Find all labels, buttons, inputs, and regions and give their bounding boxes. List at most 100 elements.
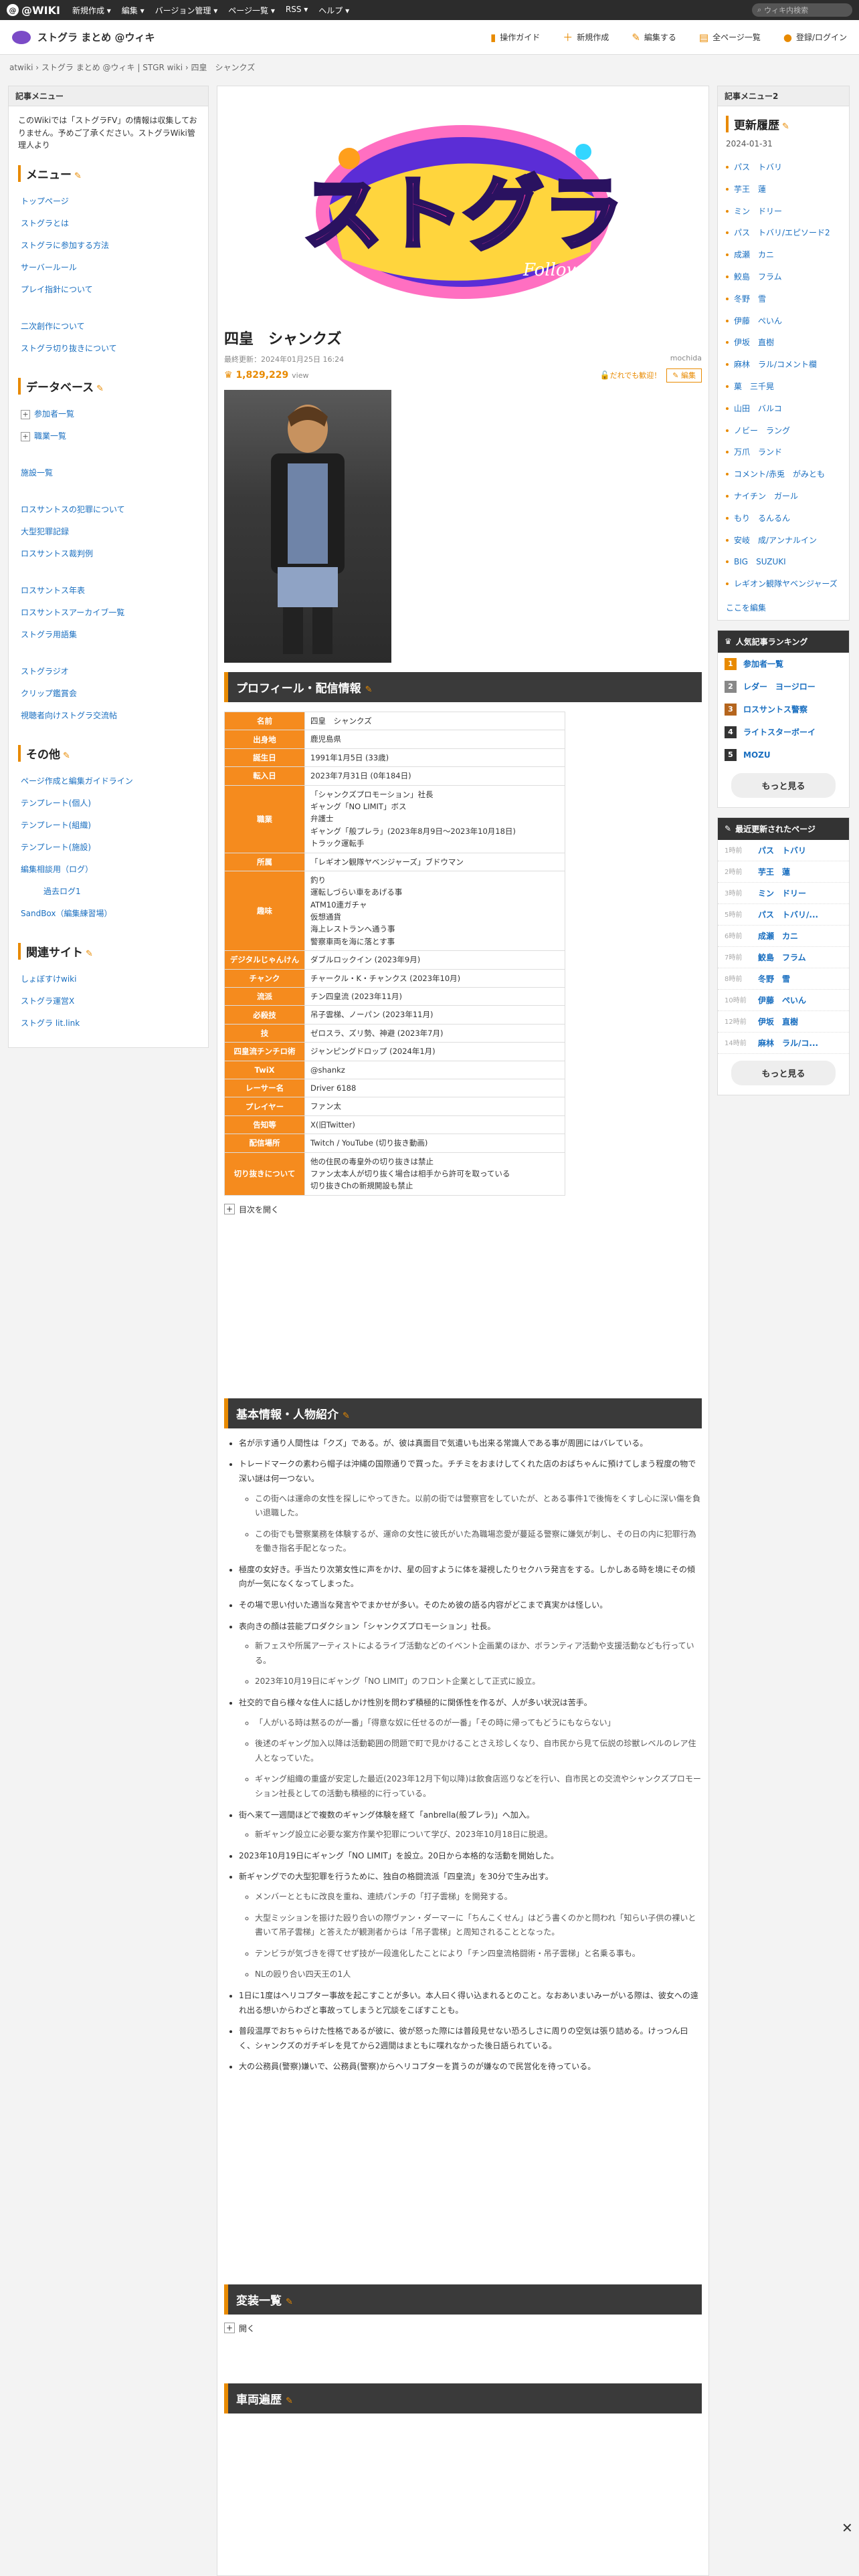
history-link[interactable]: 山田 バルコ xyxy=(734,404,782,413)
recent-link[interactable]: 成瀬 カニ xyxy=(758,930,798,942)
search-input[interactable]: ⌕ ウィキ内検索 xyxy=(752,3,852,17)
recent-link[interactable]: 鮫島 フラム xyxy=(758,952,806,963)
list-item: トレードマークの素わら帽子は沖縄の国際通りで買った。チチミをおまけしてくれた店の… xyxy=(239,1457,702,1556)
profile-row: 出身地 鹿児島県 xyxy=(224,730,565,749)
pencil-icon[interactable]: ✎ xyxy=(96,384,104,394)
left-sidebar-head: 記事メニュー xyxy=(9,86,208,106)
recent-item[interactable]: 8時前 冬野 雪 xyxy=(718,968,849,990)
edit-button[interactable]: ✎ 編集する xyxy=(632,30,676,44)
edit-here-link[interactable]: ここを編集 xyxy=(726,603,766,613)
recent-link[interactable]: ミン ドリー xyxy=(758,887,806,899)
recent-link[interactable]: 伊藤 ぺいん xyxy=(758,994,806,1006)
recent-link[interactable]: 麻林 ラル/コ... xyxy=(758,1037,818,1049)
breadcrumb[interactable]: atwiki › ストグラ まとめ @ウィキ | STGR wiki › 四皇 … xyxy=(9,62,255,73)
ranking-item[interactable]: 2 レダー ヨージロー xyxy=(718,675,849,698)
recent-item[interactable]: 2時前 芋王 蓮 xyxy=(718,861,849,883)
history-link[interactable]: ナイチン ガール xyxy=(734,492,798,501)
all-pages-button[interactable]: ▤ 全ページ一覧 xyxy=(699,30,761,44)
more-recent-button[interactable]: もっと見る xyxy=(731,1060,836,1085)
list-item: 2023年10月19日にギャング「NO LIMIT」のフロント企業として正式に設… xyxy=(255,1675,702,1689)
history-link[interactable]: 芋王 蓮 xyxy=(734,185,766,194)
ranking-link[interactable]: MOZU xyxy=(743,750,771,760)
ranking-link[interactable]: ライトスターボーイ xyxy=(743,726,816,738)
list-item: 社交的で自ら様々な住人に話しかけ性別を問わず積極的に関係性を作るが、人が多い状況… xyxy=(239,1696,702,1802)
history-item: コメント/赤兎 がみとも xyxy=(726,463,841,486)
atwiki-logo[interactable]: @ @WIKI xyxy=(7,4,60,17)
profile-value: ジャンピングドロップ (2024年1月) xyxy=(304,1042,565,1061)
recent-item[interactable]: 3時前 ミン ドリー xyxy=(718,883,849,904)
profile-row: デジタルじゃんけん ダブルロックイン (2023年9月) xyxy=(224,950,565,970)
ranking-item[interactable]: 5 MOZU xyxy=(718,744,849,766)
rank-number: 1 xyxy=(725,657,737,670)
pencil-icon[interactable]: ✎ xyxy=(74,171,82,181)
history-link[interactable]: パス トバリ/エピソード2 xyxy=(734,228,830,237)
history-link[interactable]: パス トバリ xyxy=(734,163,782,172)
nav-edit[interactable]: 編集 ▾ xyxy=(122,5,145,16)
profile-key: プレイヤー xyxy=(224,1097,305,1116)
history-link[interactable]: 菓 三千晃 xyxy=(734,382,774,391)
history-link[interactable]: 伊藤 ぺいん xyxy=(734,316,782,326)
history-link[interactable]: レギオン観隊ヤベンジャーズ xyxy=(734,579,838,588)
history-link[interactable]: 冬野 雪 xyxy=(734,294,766,304)
history-link[interactable]: 麻林 ラル/コメント欄 xyxy=(734,360,817,369)
history-link[interactable]: もり るんるん xyxy=(734,514,790,523)
history-link[interactable]: ミン ドリー xyxy=(734,207,782,216)
expand-icon[interactable]: + xyxy=(21,431,30,441)
recent-item[interactable]: 5時前 パス トバリ/... xyxy=(718,904,849,926)
search-icon: ⌕ xyxy=(757,5,762,14)
pencil-icon[interactable]: ✎ xyxy=(286,2297,293,2307)
author[interactable]: mochida xyxy=(670,354,702,364)
ranking-link[interactable]: 参加者一覧 xyxy=(743,658,783,669)
history-link[interactable]: 万爪 ランド xyxy=(734,447,782,457)
profile-value: 鹿児島県 xyxy=(304,730,565,749)
ranking-item[interactable]: 4 ライトスターボーイ xyxy=(718,721,849,744)
recent-item[interactable]: 10時前 伊藤 ぺいん xyxy=(718,990,849,1011)
close-icon[interactable]: ✕ xyxy=(842,2520,853,2536)
pencil-icon[interactable]: ✎ xyxy=(782,122,789,132)
profile-key: 誕生日 xyxy=(224,748,305,768)
recent-link[interactable]: パス トバリ/... xyxy=(758,909,818,920)
history-link[interactable]: 安岐 成/アンナルイン xyxy=(734,536,817,545)
nav-version[interactable]: バージョン管理 ▾ xyxy=(155,5,218,16)
guide-button[interactable]: ▮ 操作ガイド xyxy=(490,30,540,44)
costume-toggle[interactable]: + 開く xyxy=(224,2323,702,2334)
expand-icon[interactable]: + xyxy=(21,409,30,419)
new-page-button[interactable]: ＋新規作成 xyxy=(563,30,609,44)
pencil-icon[interactable]: ✎ xyxy=(343,1411,350,1421)
recent-link[interactable]: 伊坂 直樹 xyxy=(758,1016,798,1027)
recent-link[interactable]: 冬野 雪 xyxy=(758,973,790,984)
pencil-icon[interactable]: ✎ xyxy=(365,685,373,695)
recent-link[interactable]: 芋王 蓮 xyxy=(758,866,790,877)
pencil-icon[interactable]: ✎ xyxy=(63,751,70,761)
profile-key: 所属 xyxy=(224,852,305,871)
history-item: 芋王 蓮 xyxy=(726,179,841,201)
recent-item[interactable]: 12時前 伊坂 直樹 xyxy=(718,1011,849,1033)
recent-item[interactable]: 1時前 パス トバリ xyxy=(718,840,849,861)
recent-item[interactable]: 14時前 麻林 ラル/コ... xyxy=(718,1033,849,1054)
nav-pages[interactable]: ページ一覧 ▾ xyxy=(228,5,275,16)
ranking-item[interactable]: 3 ロスサントス警察 xyxy=(718,698,849,721)
more-ranking-button[interactable]: もっと見る xyxy=(731,772,836,798)
site-title[interactable]: ストグラ まとめ @ウィキ xyxy=(12,30,155,44)
nav-rss[interactable]: RSS ▾ xyxy=(286,5,308,16)
pencil-icon[interactable]: ✎ xyxy=(286,2396,293,2406)
pencil-icon[interactable]: ✎ xyxy=(86,949,93,959)
recent-item[interactable]: 6時前 成瀬 カニ xyxy=(718,926,849,947)
history-link[interactable]: ノビー ラング xyxy=(734,426,790,435)
page-edit-button[interactable]: ✎ 編集 xyxy=(666,368,702,383)
history-link[interactable]: 成瀬 カニ xyxy=(734,250,774,259)
nav-new[interactable]: 新規作成 ▾ xyxy=(72,5,111,16)
toc-toggle[interactable]: + 目次を開く xyxy=(224,1204,702,1215)
ranking-link[interactable]: レダー ヨージロー xyxy=(743,681,816,692)
history-link[interactable]: BIG SUZUKI xyxy=(734,557,786,566)
recent-item[interactable]: 7時前 鮫島 フラム xyxy=(718,947,849,968)
history-link[interactable]: 伊坂 直樹 xyxy=(734,338,774,347)
recent-time: 1時前 xyxy=(725,847,743,855)
ranking-item[interactable]: 1 参加者一覧 xyxy=(718,653,849,675)
nav-help[interactable]: ヘルプ ▾ xyxy=(318,5,349,16)
recent-link[interactable]: パス トバリ xyxy=(758,845,806,856)
history-link[interactable]: コメント/赤兎 がみとも xyxy=(734,469,825,479)
ranking-link[interactable]: ロスサントス警察 xyxy=(743,704,807,715)
history-link[interactable]: 鮫島 フラム xyxy=(734,272,782,282)
login-button[interactable]: ● 登録/ログイン xyxy=(783,30,847,44)
